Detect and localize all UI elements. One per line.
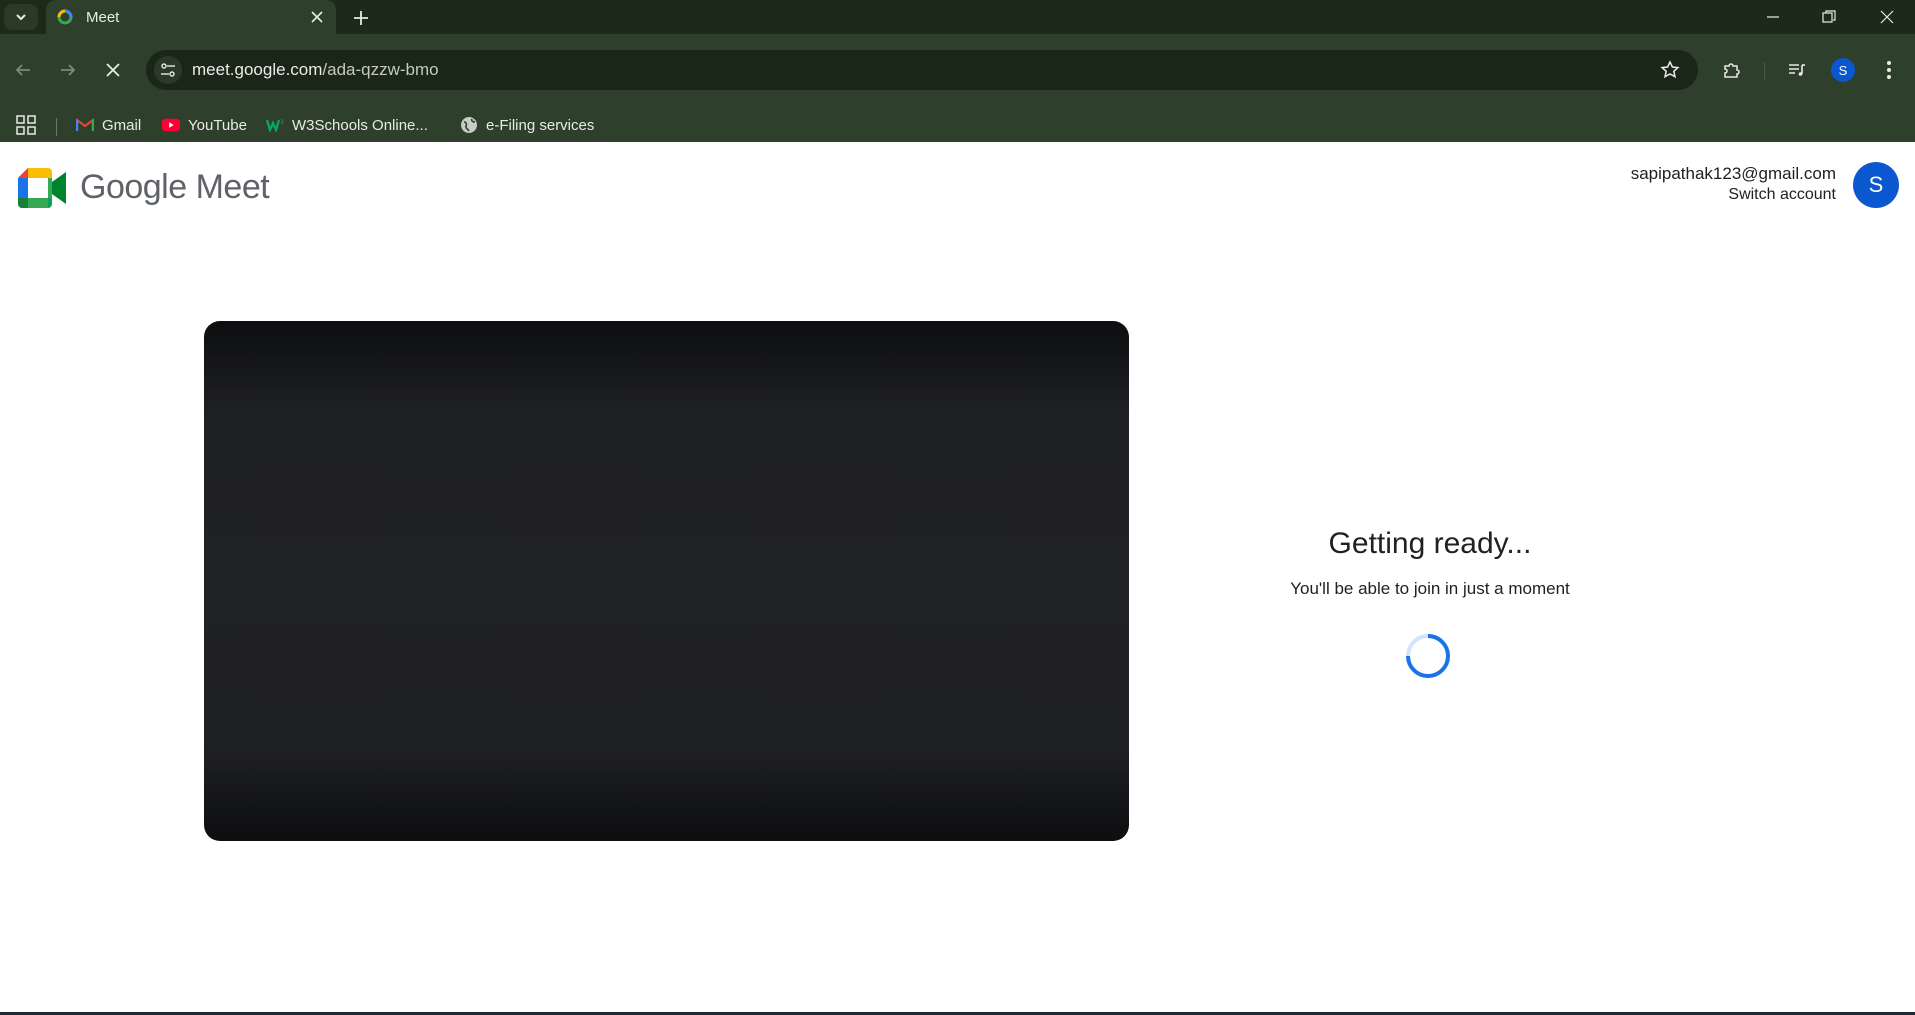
star-icon xyxy=(1660,60,1680,79)
bookmark-label: YouTube xyxy=(188,116,247,134)
account-avatar[interactable]: S xyxy=(1853,162,1899,208)
tab-title: Meet xyxy=(86,9,120,26)
restore-button[interactable] xyxy=(1801,0,1857,34)
back-button[interactable] xyxy=(5,52,41,88)
profile-button[interactable]: S xyxy=(1827,54,1859,86)
toolbar-divider xyxy=(1764,62,1765,80)
close-icon xyxy=(1880,10,1894,24)
arrow-left-icon xyxy=(15,64,30,76)
tune-icon xyxy=(161,63,175,77)
extensions-button[interactable] xyxy=(1716,54,1748,86)
bookmark-label: W3Schools Online... xyxy=(292,116,428,134)
status-heading: Getting ready... xyxy=(1328,527,1532,560)
chevron-down-icon xyxy=(16,14,26,21)
switch-account-link[interactable]: Switch account xyxy=(1631,186,1836,204)
url-text: meet.google.com/ada-qzzw-bmo xyxy=(192,60,439,80)
site-info-button[interactable] xyxy=(154,56,182,84)
url-path: /ada-qzzw-bmo xyxy=(322,60,439,79)
minimize-button[interactable] xyxy=(1745,0,1801,34)
browser-title-bar: Meet xyxy=(0,0,1915,34)
video-preview xyxy=(204,321,1129,841)
bookmark-gmail[interactable]: Gmail xyxy=(76,114,141,136)
browser-toolbar: meet.google.com/ada-qzzw-bmo S Gmail You… xyxy=(0,34,1915,142)
arrow-right-icon xyxy=(61,64,76,76)
close-icon xyxy=(311,11,323,23)
close-icon xyxy=(106,63,120,77)
bookmark-label: Gmail xyxy=(102,116,142,134)
apps-grid-icon xyxy=(16,115,36,135)
bookmark-w3schools[interactable]: 3 W3Schools Online... xyxy=(266,114,428,136)
status-subtext: You'll be able to join in just a moment xyxy=(1290,579,1570,598)
browser-menu-button[interactable] xyxy=(1873,54,1905,86)
address-bar[interactable]: meet.google.com/ada-qzzw-bmo xyxy=(146,50,1698,90)
minimize-icon xyxy=(1767,16,1779,18)
w3schools-icon: 3 xyxy=(266,116,284,134)
globe-icon xyxy=(460,116,478,134)
bookmarks-bar: Gmail YouTube 3 W3Schools Online... e-Fi… xyxy=(0,106,1915,142)
youtube-icon xyxy=(162,116,180,134)
apps-button[interactable] xyxy=(16,114,36,136)
url-host: meet.google.com xyxy=(192,60,323,79)
gmail-icon xyxy=(76,116,94,134)
bookmark-label: e-Filing services xyxy=(486,116,595,134)
bookmark-youtube[interactable]: YouTube xyxy=(162,114,247,136)
tab-close-button[interactable] xyxy=(306,6,328,28)
browser-tab-meet[interactable]: Meet xyxy=(46,0,336,34)
playlist-music-icon xyxy=(1789,64,1805,76)
getting-ready-panel: Getting ready... You'll be able to join … xyxy=(1180,527,1680,599)
bookmark-e-filing[interactable]: e-Filing services xyxy=(460,114,594,136)
close-window-button[interactable] xyxy=(1859,0,1915,34)
profile-avatar: S xyxy=(1831,58,1855,82)
bookmarks-divider xyxy=(56,118,57,136)
bookmark-star-button[interactable] xyxy=(1658,58,1682,82)
meet-page: Google Meet sapipathak123@gmail.com Swit… xyxy=(0,142,1915,1013)
new-tab-button[interactable] xyxy=(348,5,374,31)
meet-loading-favicon-icon xyxy=(57,9,73,25)
tab-search-button[interactable] xyxy=(4,4,38,30)
plus-icon xyxy=(354,11,368,25)
forward-button[interactable] xyxy=(50,52,86,88)
loading-spinner-icon xyxy=(1406,634,1450,678)
account-info: sapipathak123@gmail.com Switch account xyxy=(1631,164,1836,204)
media-control-button[interactable] xyxy=(1781,54,1813,86)
puzzle-icon xyxy=(1724,63,1740,78)
stop-loading-button[interactable] xyxy=(95,52,131,88)
svg-text:3: 3 xyxy=(280,119,284,126)
restore-icon xyxy=(1822,10,1836,23)
more-vertical-icon xyxy=(1887,61,1891,79)
account-email: sapipathak123@gmail.com xyxy=(1630,164,1836,183)
google-meet-logo-icon xyxy=(18,168,66,208)
google-meet-wordmark: Google Meet xyxy=(80,168,270,206)
